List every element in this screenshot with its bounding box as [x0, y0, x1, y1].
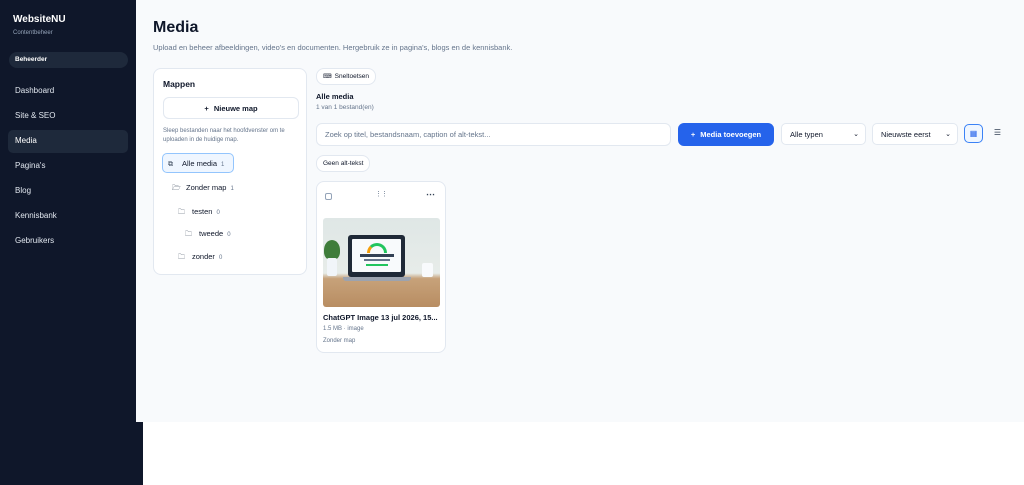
stack-icon: ⧉: [168, 161, 173, 168]
role-badge: Beheerder: [9, 52, 128, 68]
folder-label: Zonder map: [186, 183, 227, 192]
sidebar: WebsiteNU Contentbeheer Beheerder Dashbo…: [0, 0, 143, 485]
folders-panel: Mappen + Nieuwe map Sleep bestanden naar …: [153, 68, 307, 275]
folder-item-tweede[interactable]: 🗀 tweede 0: [180, 224, 236, 244]
folder-item-zonder[interactable]: 🗀 zonder 0: [173, 247, 227, 267]
no-alt-text-filter[interactable]: Geen alt-tekst: [316, 155, 371, 172]
add-media-label: Media toevoegen: [700, 130, 762, 139]
chevron-down-icon: ⌄: [853, 131, 859, 138]
page-subtitle: Upload en beheer afbeeldingen, video's e…: [153, 43, 513, 52]
shortcuts-button[interactable]: ⌨ Sneltoetsen: [316, 68, 377, 85]
sidebar-item-dashboard[interactable]: Dashboard: [8, 80, 128, 103]
upload-hint: Sleep bestanden naar het hoofdvenster om…: [163, 128, 285, 143]
add-media-button[interactable]: + Media toevoegen: [678, 123, 774, 146]
gauge-shape: [367, 243, 387, 253]
folder-open-icon: 🗁: [172, 185, 181, 192]
folder-icon: 🗀: [178, 209, 185, 216]
grid-icon: ▦: [969, 129, 978, 138]
keyboard-icon: ⌨: [323, 74, 332, 80]
folder-item-zonder-map[interactable]: 🗁 Zonder map 1: [167, 178, 239, 198]
display-line: [360, 254, 394, 257]
list-icon: ☰: [993, 128, 1002, 137]
sidebar-item-kennisbank[interactable]: Kennisbank: [8, 205, 128, 228]
media-card[interactable]: ⋮⋮ ⋯ ChatGPT Image 13 jul 2026, 15... 1.…: [316, 181, 446, 353]
new-folder-label: Nieuwe map: [213, 104, 258, 113]
folder-label: zonder: [192, 252, 215, 261]
media-meta: 1.5 MB · image: [323, 326, 364, 332]
sort-value: Nieuwste eerst: [881, 130, 931, 139]
folder-label: Alle media: [182, 159, 218, 168]
folder-label: tweede: [199, 229, 224, 238]
pot-shape: [327, 258, 337, 276]
display-bar: [366, 264, 388, 266]
shortcuts-label: Sneltoetsen: [334, 73, 370, 80]
new-folder-button[interactable]: + Nieuwe map: [163, 97, 299, 119]
sidebar-item-media[interactable]: Media: [8, 130, 128, 153]
type-filter-value: Alle typen: [790, 130, 823, 139]
sidebar-item-site-seo[interactable]: Site & SEO: [8, 105, 128, 128]
folder-count: 1: [221, 162, 225, 168]
drag-handle-icon[interactable]: ⋮⋮: [375, 190, 388, 198]
cup-shape: [422, 263, 433, 277]
type-filter-select[interactable]: Alle typen ⌄: [781, 123, 866, 145]
plus-icon: +: [204, 104, 209, 113]
section-title: Alle media: [316, 92, 354, 101]
sidebar-item-paginas[interactable]: Pagina's: [8, 155, 128, 178]
sidebar-item-blog[interactable]: Blog: [8, 180, 128, 203]
select-checkbox[interactable]: [325, 193, 332, 200]
search-input[interactable]: [316, 123, 671, 146]
folder-count: 0: [216, 210, 220, 216]
sidebar-nav: Dashboard Site & SEO Media Pagina's Blog…: [0, 80, 143, 255]
main-content: Media Upload en beheer afbeeldingen, vid…: [136, 0, 1024, 422]
folder-item-alle-media[interactable]: ⧉ Alle media 1: [162, 153, 234, 173]
more-options-icon[interactable]: ⋯: [426, 189, 435, 200]
sort-select[interactable]: Nieuwste eerst ⌄: [872, 123, 958, 145]
plant-shape: [324, 240, 340, 260]
folder-label: testen: [192, 207, 213, 216]
folder-count: 0: [218, 255, 223, 261]
folder-item-testen[interactable]: 🗀 testen 0: [173, 202, 225, 222]
list-view-button[interactable]: ☰: [988, 124, 1007, 143]
folders-title: Mappen: [163, 79, 196, 89]
media-thumbnail[interactable]: [323, 218, 440, 307]
result-count: 1 van 1 bestand(en): [316, 104, 374, 111]
media-title: ChatGPT Image 13 jul 2026, 15...: [323, 313, 438, 322]
display-line: [364, 259, 390, 261]
grid-view-button[interactable]: ▦: [964, 124, 983, 143]
folder-icon: 🗀: [178, 254, 185, 261]
brand-name: WebsiteNU: [13, 14, 66, 25]
laptop-display: [352, 239, 401, 272]
folder-icon: 🗀: [185, 231, 192, 238]
page-title: Media: [153, 19, 199, 36]
folder-count: 0: [227, 232, 231, 238]
sidebar-item-gebruikers[interactable]: Gebruikers: [8, 230, 128, 253]
laptop-shape: [348, 235, 405, 277]
plus-icon: +: [690, 130, 696, 139]
chevron-down-icon: ⌄: [945, 131, 951, 138]
media-folder: Zonder map: [323, 338, 356, 344]
brand-subtitle: Contentbeheer: [13, 30, 53, 36]
laptop-base: [343, 277, 411, 281]
folder-count: 1: [230, 186, 234, 192]
